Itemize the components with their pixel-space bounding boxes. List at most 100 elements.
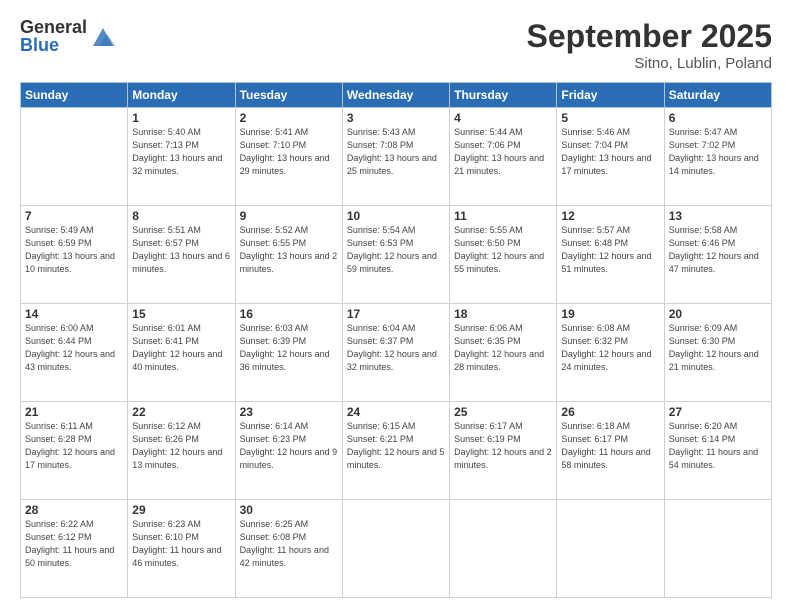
calendar-week-1: 1Sunrise: 5:40 AM Sunset: 7:13 PM Daylig… [21,108,772,206]
day-number: 4 [454,111,552,125]
day-detail: Sunrise: 6:17 AM Sunset: 6:19 PM Dayligh… [454,420,552,472]
day-number: 8 [132,209,230,223]
calendar-cell: 10Sunrise: 5:54 AM Sunset: 6:53 PM Dayli… [342,206,449,304]
day-detail: Sunrise: 6:06 AM Sunset: 6:35 PM Dayligh… [454,322,552,374]
calendar-cell: 22Sunrise: 6:12 AM Sunset: 6:26 PM Dayli… [128,402,235,500]
day-detail: Sunrise: 5:47 AM Sunset: 7:02 PM Dayligh… [669,126,767,178]
day-number: 20 [669,307,767,321]
day-detail: Sunrise: 6:25 AM Sunset: 6:08 PM Dayligh… [240,518,338,570]
calendar-cell [342,500,449,598]
day-number: 5 [561,111,659,125]
calendar-cell: 23Sunrise: 6:14 AM Sunset: 6:23 PM Dayli… [235,402,342,500]
day-number: 18 [454,307,552,321]
logo-icon [89,22,117,50]
calendar-cell: 18Sunrise: 6:06 AM Sunset: 6:35 PM Dayli… [450,304,557,402]
day-detail: Sunrise: 6:08 AM Sunset: 6:32 PM Dayligh… [561,322,659,374]
calendar-cell: 19Sunrise: 6:08 AM Sunset: 6:32 PM Dayli… [557,304,664,402]
calendar-cell: 24Sunrise: 6:15 AM Sunset: 6:21 PM Dayli… [342,402,449,500]
day-number: 23 [240,405,338,419]
day-detail: Sunrise: 5:54 AM Sunset: 6:53 PM Dayligh… [347,224,445,276]
day-number: 11 [454,209,552,223]
calendar-cell: 8Sunrise: 5:51 AM Sunset: 6:57 PM Daylig… [128,206,235,304]
calendar-cell: 30Sunrise: 6:25 AM Sunset: 6:08 PM Dayli… [235,500,342,598]
calendar-cell: 3Sunrise: 5:43 AM Sunset: 7:08 PM Daylig… [342,108,449,206]
day-number: 16 [240,307,338,321]
calendar-table: SundayMondayTuesdayWednesdayThursdayFrid… [20,82,772,598]
day-number: 7 [25,209,123,223]
day-number: 10 [347,209,445,223]
calendar-cell: 27Sunrise: 6:20 AM Sunset: 6:14 PM Dayli… [664,402,771,500]
calendar-cell: 17Sunrise: 6:04 AM Sunset: 6:37 PM Dayli… [342,304,449,402]
page: General Blue September 2025 Sitno, Lubli… [0,0,792,612]
calendar-cell: 21Sunrise: 6:11 AM Sunset: 6:28 PM Dayli… [21,402,128,500]
logo: General Blue [20,18,117,54]
logo-text: General Blue [20,18,87,54]
calendar-cell: 16Sunrise: 6:03 AM Sunset: 6:39 PM Dayli… [235,304,342,402]
day-detail: Sunrise: 5:41 AM Sunset: 7:10 PM Dayligh… [240,126,338,178]
day-number: 2 [240,111,338,125]
day-number: 29 [132,503,230,517]
calendar-cell: 9Sunrise: 5:52 AM Sunset: 6:55 PM Daylig… [235,206,342,304]
calendar-cell: 15Sunrise: 6:01 AM Sunset: 6:41 PM Dayli… [128,304,235,402]
day-detail: Sunrise: 6:20 AM Sunset: 6:14 PM Dayligh… [669,420,767,472]
day-detail: Sunrise: 6:22 AM Sunset: 6:12 PM Dayligh… [25,518,123,570]
calendar-header-tuesday: Tuesday [235,83,342,108]
calendar-cell: 28Sunrise: 6:22 AM Sunset: 6:12 PM Dayli… [21,500,128,598]
calendar-cell [557,500,664,598]
day-detail: Sunrise: 6:12 AM Sunset: 6:26 PM Dayligh… [132,420,230,472]
calendar-cell [664,500,771,598]
day-detail: Sunrise: 6:00 AM Sunset: 6:44 PM Dayligh… [25,322,123,374]
calendar-cell: 2Sunrise: 5:41 AM Sunset: 7:10 PM Daylig… [235,108,342,206]
calendar-cell: 14Sunrise: 6:00 AM Sunset: 6:44 PM Dayli… [21,304,128,402]
day-number: 17 [347,307,445,321]
calendar-header-thursday: Thursday [450,83,557,108]
title-block: September 2025 Sitno, Lublin, Poland [527,18,772,72]
day-number: 25 [454,405,552,419]
calendar-cell: 29Sunrise: 6:23 AM Sunset: 6:10 PM Dayli… [128,500,235,598]
calendar-cell [21,108,128,206]
location: Sitno, Lublin, Poland [527,55,772,72]
calendar-week-5: 28Sunrise: 6:22 AM Sunset: 6:12 PM Dayli… [21,500,772,598]
day-number: 27 [669,405,767,419]
day-number: 26 [561,405,659,419]
calendar-week-2: 7Sunrise: 5:49 AM Sunset: 6:59 PM Daylig… [21,206,772,304]
logo-blue: Blue [20,36,87,54]
calendar-cell: 1Sunrise: 5:40 AM Sunset: 7:13 PM Daylig… [128,108,235,206]
calendar-header-monday: Monday [128,83,235,108]
day-detail: Sunrise: 6:09 AM Sunset: 6:30 PM Dayligh… [669,322,767,374]
day-number: 19 [561,307,659,321]
month-title: September 2025 [527,18,772,55]
day-number: 3 [347,111,445,125]
day-number: 13 [669,209,767,223]
calendar-week-3: 14Sunrise: 6:00 AM Sunset: 6:44 PM Dayli… [21,304,772,402]
calendar-week-4: 21Sunrise: 6:11 AM Sunset: 6:28 PM Dayli… [21,402,772,500]
calendar-cell: 7Sunrise: 5:49 AM Sunset: 6:59 PM Daylig… [21,206,128,304]
day-detail: Sunrise: 5:49 AM Sunset: 6:59 PM Dayligh… [25,224,123,276]
day-detail: Sunrise: 5:43 AM Sunset: 7:08 PM Dayligh… [347,126,445,178]
day-detail: Sunrise: 5:46 AM Sunset: 7:04 PM Dayligh… [561,126,659,178]
day-detail: Sunrise: 6:18 AM Sunset: 6:17 PM Dayligh… [561,420,659,472]
day-detail: Sunrise: 5:40 AM Sunset: 7:13 PM Dayligh… [132,126,230,178]
calendar-cell: 13Sunrise: 5:58 AM Sunset: 6:46 PM Dayli… [664,206,771,304]
day-detail: Sunrise: 5:57 AM Sunset: 6:48 PM Dayligh… [561,224,659,276]
day-detail: Sunrise: 5:44 AM Sunset: 7:06 PM Dayligh… [454,126,552,178]
calendar-header-friday: Friday [557,83,664,108]
header: General Blue September 2025 Sitno, Lubli… [20,18,772,72]
day-number: 1 [132,111,230,125]
calendar-header-row: SundayMondayTuesdayWednesdayThursdayFrid… [21,83,772,108]
day-detail: Sunrise: 6:15 AM Sunset: 6:21 PM Dayligh… [347,420,445,472]
day-number: 22 [132,405,230,419]
calendar-header-wednesday: Wednesday [342,83,449,108]
calendar-cell: 4Sunrise: 5:44 AM Sunset: 7:06 PM Daylig… [450,108,557,206]
day-detail: Sunrise: 6:11 AM Sunset: 6:28 PM Dayligh… [25,420,123,472]
calendar-cell: 12Sunrise: 5:57 AM Sunset: 6:48 PM Dayli… [557,206,664,304]
calendar-header-saturday: Saturday [664,83,771,108]
calendar-cell: 26Sunrise: 6:18 AM Sunset: 6:17 PM Dayli… [557,402,664,500]
calendar-cell: 20Sunrise: 6:09 AM Sunset: 6:30 PM Dayli… [664,304,771,402]
calendar-cell: 25Sunrise: 6:17 AM Sunset: 6:19 PM Dayli… [450,402,557,500]
calendar-cell: 5Sunrise: 5:46 AM Sunset: 7:04 PM Daylig… [557,108,664,206]
day-number: 15 [132,307,230,321]
day-number: 21 [25,405,123,419]
day-detail: Sunrise: 6:14 AM Sunset: 6:23 PM Dayligh… [240,420,338,472]
day-number: 12 [561,209,659,223]
